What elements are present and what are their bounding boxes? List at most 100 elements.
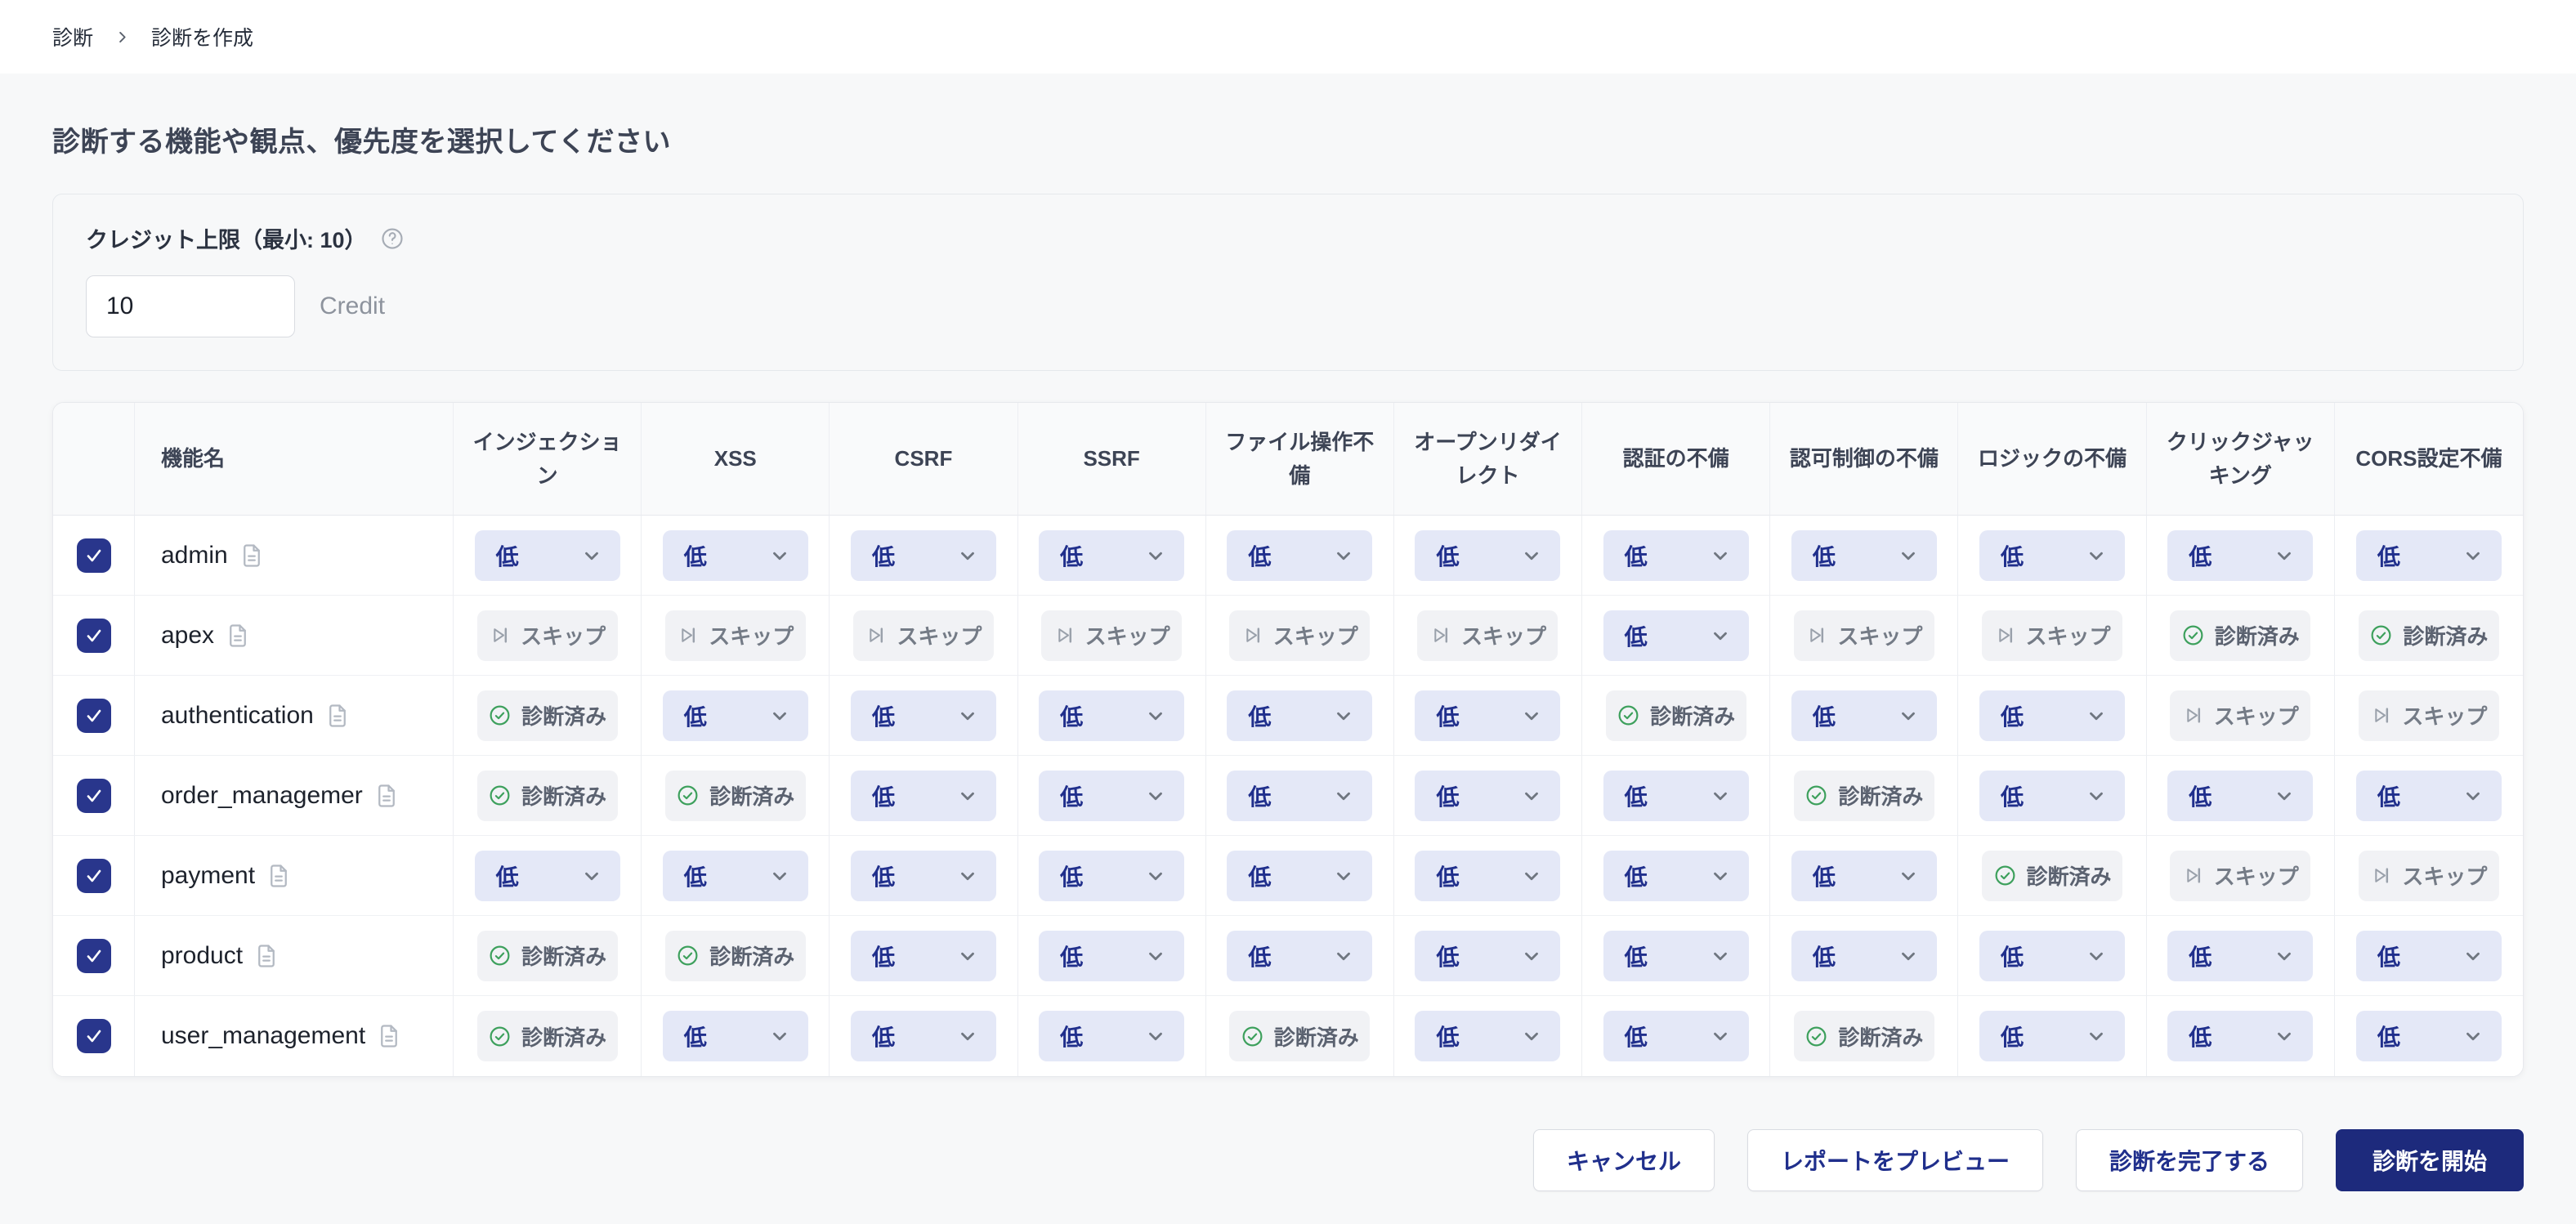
row-checkbox[interactable] (76, 538, 111, 573)
priority-dropdown[interactable]: 低 (850, 529, 996, 581)
priority-dropdown[interactable]: 低 (1039, 690, 1185, 741)
priority-dropdown[interactable]: 低 (1227, 770, 1373, 821)
priority-dropdown[interactable]: 低 (662, 850, 808, 901)
priority-dropdown[interactable]: 低 (662, 690, 808, 741)
file-icon[interactable] (374, 784, 399, 808)
row-checkbox[interactable] (76, 778, 111, 813)
chevron-down-icon (2086, 705, 2107, 726)
priority-dropdown[interactable]: 低 (662, 1011, 808, 1061)
row-checkbox[interactable] (76, 698, 111, 733)
priority-dropdown[interactable]: 低 (1603, 529, 1749, 581)
priority-dropdown[interactable]: 低 (850, 690, 996, 741)
priority-dropdown[interactable]: 低 (1227, 690, 1373, 741)
priority-dropdown[interactable]: 低 (850, 930, 996, 981)
chevron-down-icon (957, 945, 978, 967)
page-title: 診断する機能や観点、優先度を選択してください (52, 127, 671, 158)
column-header-1: インジェクション (454, 403, 642, 516)
priority-dropdown[interactable]: 低 (850, 1011, 996, 1061)
priority-dropdown[interactable]: 低 (1039, 1011, 1185, 1061)
done-label: 診断済み (1838, 784, 1924, 809)
priority-value: 低 (1060, 1025, 1084, 1050)
priority-dropdown[interactable]: 低 (2355, 1011, 2502, 1061)
check-circle-icon (1241, 1025, 1264, 1048)
complete-diagnosis-button[interactable]: 診断を完了する (2075, 1129, 2303, 1191)
table-cell: スキップ (2334, 676, 2523, 756)
chevron-down-icon (1521, 1025, 1542, 1047)
priority-dropdown[interactable]: 低 (1227, 529, 1373, 581)
priority-dropdown[interactable]: 低 (2167, 930, 2314, 981)
priority-dropdown[interactable]: 低 (2355, 529, 2502, 581)
priority-dropdown[interactable]: 低 (1039, 529, 1185, 581)
priority-dropdown[interactable]: 低 (2167, 770, 2314, 821)
priority-dropdown[interactable]: 低 (474, 529, 620, 581)
file-icon[interactable] (226, 623, 250, 648)
priority-dropdown[interactable]: 低 (1415, 690, 1561, 741)
priority-dropdown[interactable]: 低 (2355, 770, 2502, 821)
priority-dropdown[interactable]: 低 (1603, 850, 1749, 901)
priority-dropdown[interactable]: 低 (1979, 529, 2126, 581)
help-icon[interactable] (380, 226, 405, 251)
file-icon[interactable] (239, 543, 264, 568)
chevron-down-icon (2462, 1025, 2484, 1047)
priority-dropdown[interactable]: 低 (1415, 930, 1561, 981)
priority-dropdown[interactable]: 低 (850, 850, 996, 901)
priority-dropdown[interactable]: 低 (1415, 1011, 1561, 1061)
priority-dropdown[interactable]: 低 (1603, 770, 1749, 821)
file-icon[interactable] (325, 704, 350, 728)
priority-dropdown[interactable]: 低 (474, 850, 620, 901)
row-checkbox[interactable] (76, 938, 111, 973)
priority-dropdown[interactable]: 低 (1227, 930, 1373, 981)
row-checkbox[interactable] (76, 1019, 111, 1053)
priority-dropdown[interactable]: 低 (1415, 529, 1561, 581)
skip-forward-icon (865, 624, 887, 646)
priority-dropdown[interactable]: 低 (1415, 850, 1561, 901)
done-label: 診断済み (2214, 624, 2300, 649)
chevron-down-icon (769, 1025, 790, 1047)
skip-label: スキップ (1460, 624, 1546, 649)
check-circle-icon (676, 944, 700, 967)
start-diagnosis-button[interactable]: 診断を開始 (2335, 1129, 2524, 1191)
priority-dropdown[interactable]: 低 (1603, 930, 1749, 981)
table-cell: 診断済み (1958, 836, 2147, 916)
priority-dropdown[interactable]: 低 (1979, 690, 2126, 741)
priority-dropdown[interactable]: 低 (1979, 930, 2126, 981)
priority-dropdown[interactable]: 低 (1039, 850, 1185, 901)
credit-limit-input[interactable] (86, 275, 295, 337)
footer-actions: キャンセル レポートをプレビュー 診断を完了する 診断を開始 (52, 1129, 2524, 1191)
priority-dropdown[interactable]: 低 (662, 529, 808, 581)
priority-dropdown[interactable]: 低 (2355, 930, 2502, 981)
table-cell: 低 (1017, 756, 1206, 836)
skip-label: スキップ (521, 624, 606, 649)
row-checkbox[interactable] (76, 618, 111, 653)
priority-dropdown[interactable]: 低 (1791, 930, 1937, 981)
breadcrumb-diagnosis[interactable]: 診断 (52, 22, 93, 51)
priority-value: 低 (495, 864, 519, 890)
priority-dropdown[interactable]: 低 (1415, 770, 1561, 821)
priority-dropdown[interactable]: 低 (1791, 529, 1937, 581)
priority-dropdown[interactable]: 低 (1791, 690, 1937, 741)
priority-dropdown[interactable]: 低 (1039, 770, 1185, 821)
file-icon[interactable] (254, 944, 279, 968)
priority-dropdown[interactable]: 低 (2167, 529, 2314, 581)
priority-dropdown[interactable]: 低 (1039, 930, 1185, 981)
preview-report-button[interactable]: レポートをプレビュー (1746, 1129, 2043, 1191)
priority-dropdown[interactable]: 低 (1979, 1011, 2126, 1061)
file-icon[interactable] (266, 864, 291, 888)
file-icon[interactable] (377, 1024, 401, 1048)
priority-dropdown[interactable]: 低 (850, 770, 996, 821)
check-circle-icon (2369, 623, 2393, 647)
priority-dropdown[interactable]: 低 (2167, 1011, 2314, 1061)
chevron-down-icon (1145, 785, 1166, 806)
table-cell: 診断済み (454, 756, 642, 836)
priority-dropdown[interactable]: 低 (1791, 850, 1937, 901)
priority-dropdown[interactable]: 低 (1979, 770, 2126, 821)
table-cell: order_managemer (135, 756, 454, 836)
priority-dropdown[interactable]: 低 (1227, 850, 1373, 901)
priority-dropdown[interactable]: 低 (1603, 1011, 1749, 1061)
skip-badge: スキップ (1417, 610, 1559, 661)
priority-value: 低 (1248, 784, 1272, 810)
chevron-down-icon (1333, 705, 1354, 726)
cancel-button[interactable]: キャンセル (1532, 1129, 1715, 1191)
priority-dropdown[interactable]: 低 (1603, 610, 1749, 661)
row-checkbox[interactable] (76, 858, 111, 893)
